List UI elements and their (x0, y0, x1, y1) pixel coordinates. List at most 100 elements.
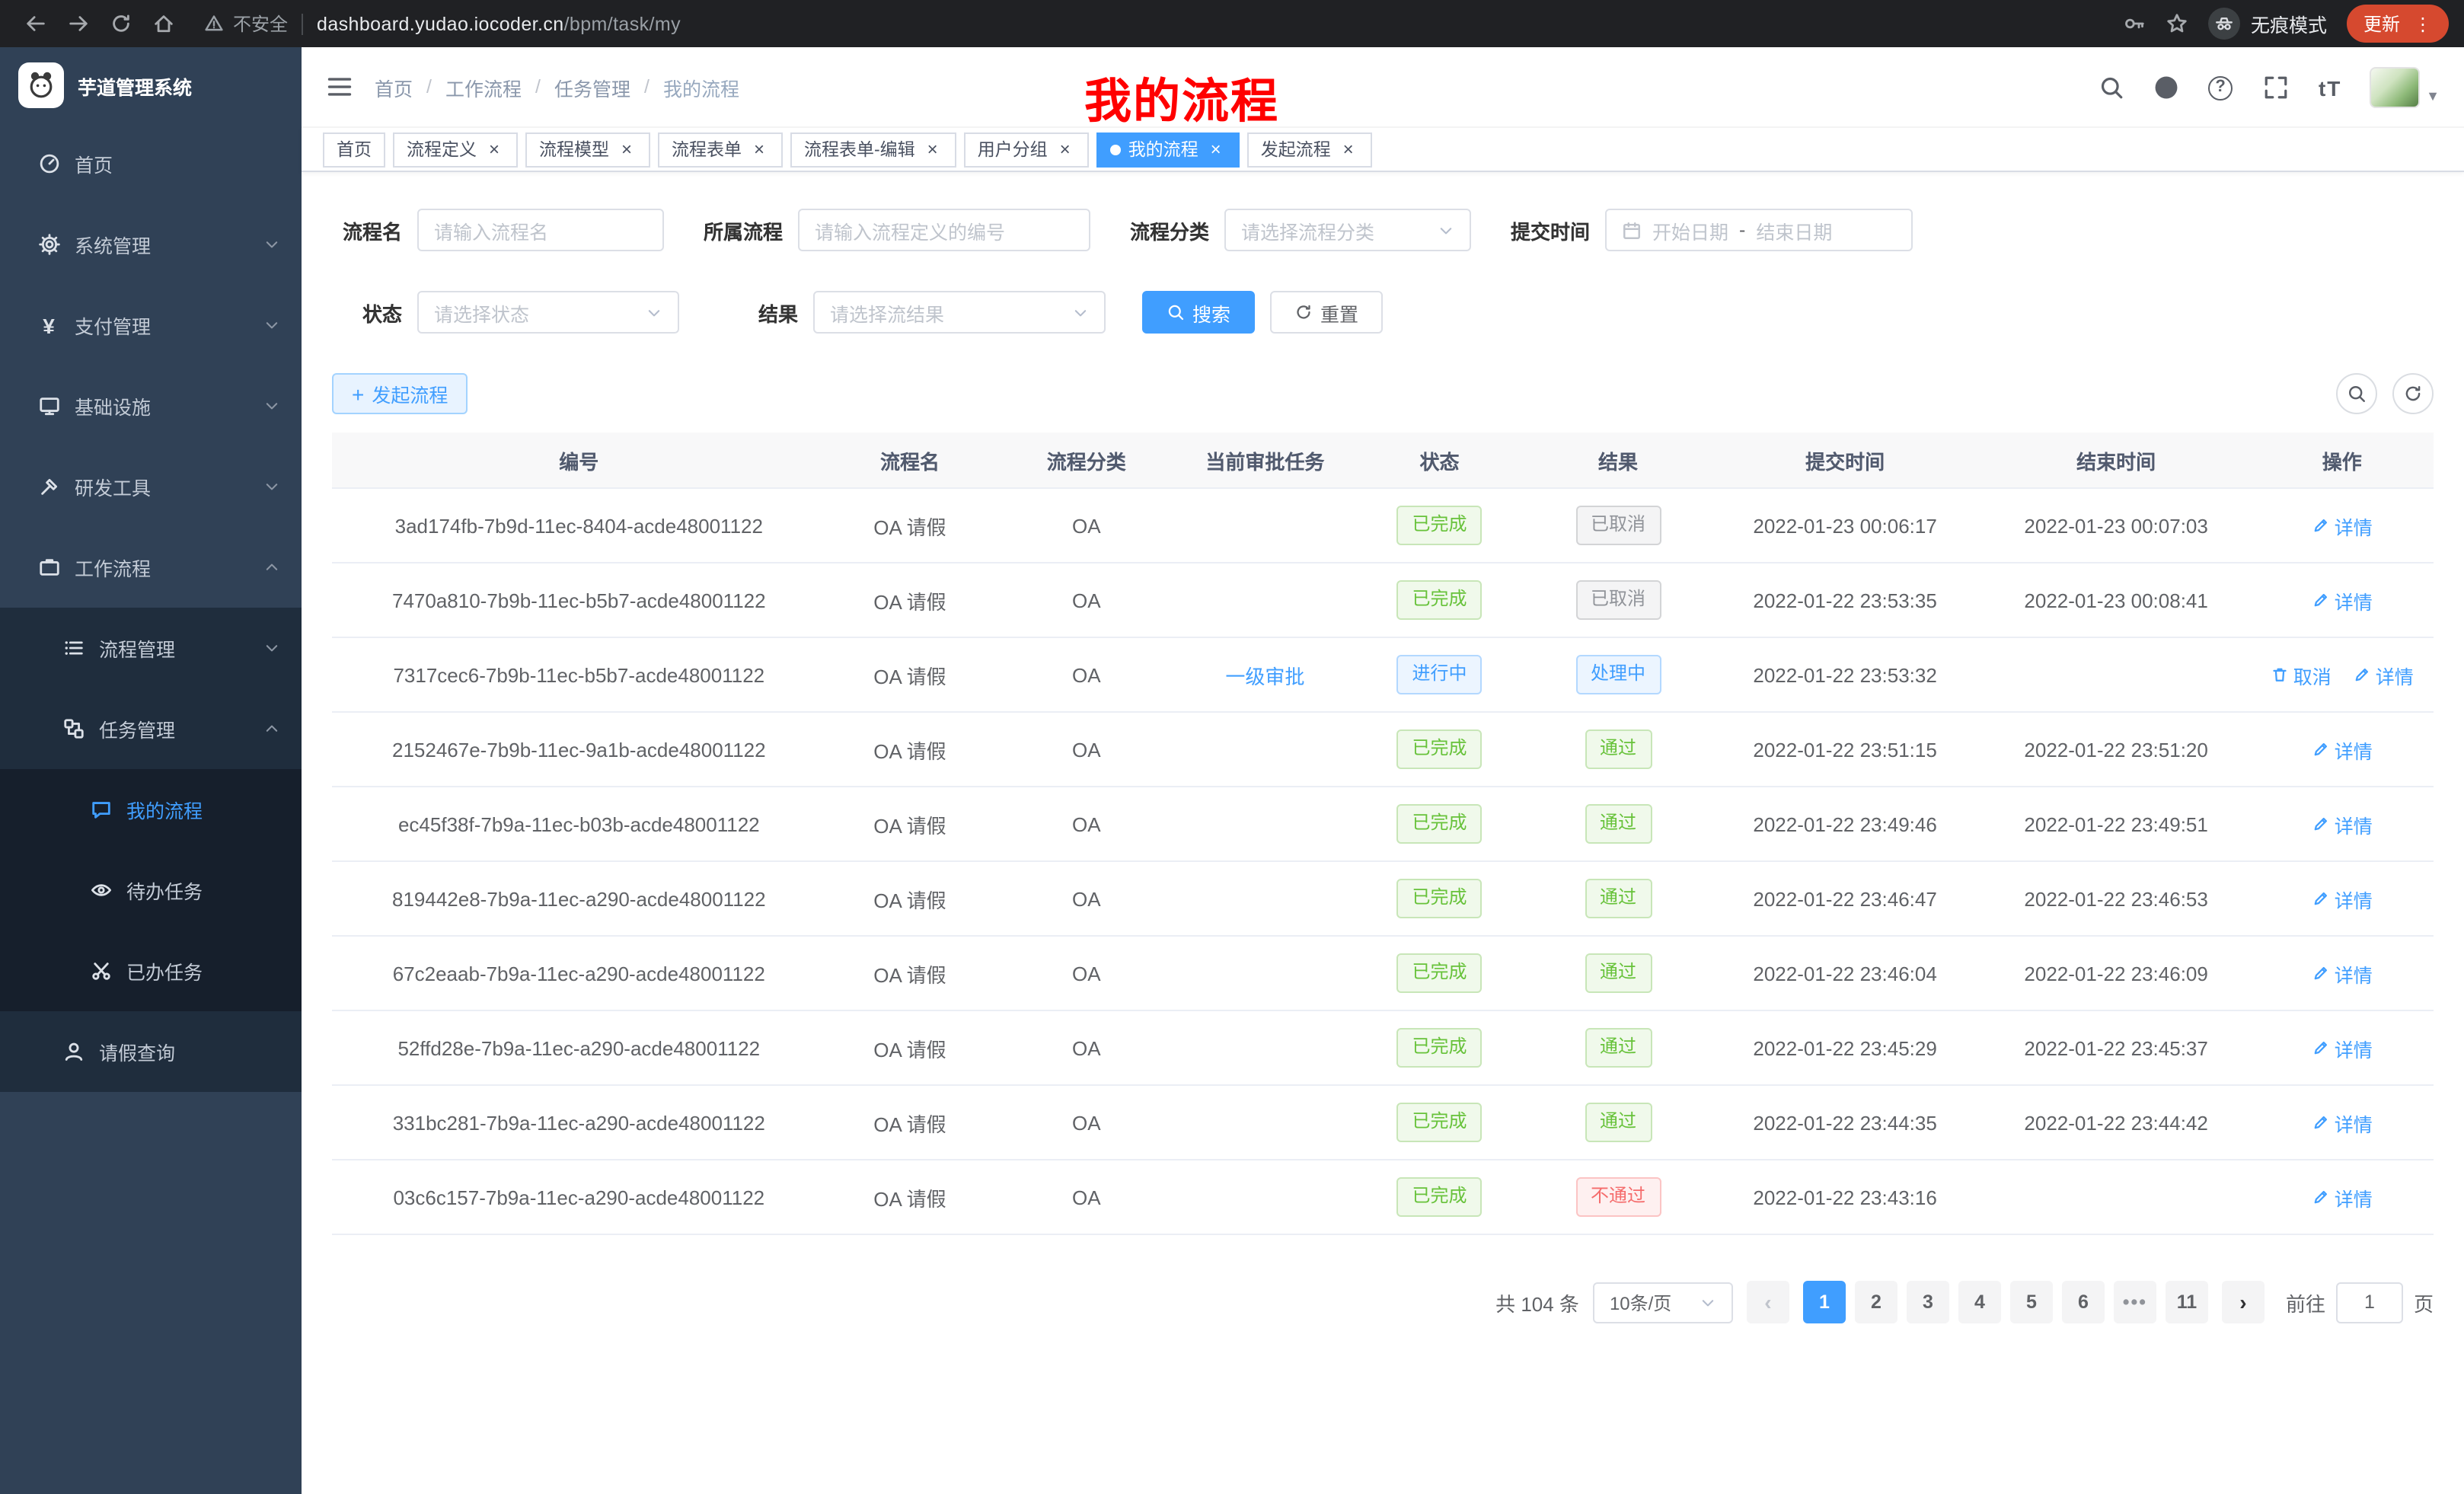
sidebar-item-done-tasks[interactable]: 已办任务 (0, 931, 302, 1011)
user-menu[interactable]: ▼ (2370, 66, 2440, 107)
close-icon[interactable]: × (617, 139, 637, 159)
sidebar-item-my-process[interactable]: 我的流程 (0, 769, 302, 850)
reset-button-label: 重置 (1320, 298, 1358, 327)
sidebar-item-devtools[interactable]: 研发工具 (0, 446, 302, 527)
process-name-input[interactable]: 请输入流程名 (417, 209, 664, 251)
detail-action[interactable]: 详情 (2312, 1183, 2373, 1211)
tab-label: 用户分组 (978, 137, 1048, 161)
tab-label: 发起流程 (1261, 137, 1331, 161)
page-button-4[interactable]: 4 (1958, 1281, 2001, 1323)
address-divider (302, 13, 303, 34)
process-definition-input[interactable]: 请输入流程定义的编号 (798, 209, 1090, 251)
close-icon[interactable]: × (1055, 139, 1075, 159)
sidebar-item-home[interactable]: 首页 (0, 123, 302, 204)
current-task-link[interactable]: 一级审批 (1225, 660, 1304, 689)
app-logo[interactable]: 芋道管理系统 (0, 47, 302, 123)
hamburger-icon[interactable] (326, 73, 353, 101)
goto-page-input[interactable]: 1 (2336, 1282, 2403, 1323)
page-size-select[interactable]: 10条/页 (1593, 1282, 1733, 1323)
tab-process-definition[interactable]: 流程定义× (393, 132, 518, 167)
page-button-1[interactable]: 1 (1803, 1281, 1846, 1323)
help-icon[interactable]: ? (2205, 68, 2236, 107)
action-label: 详情 (2376, 660, 2414, 689)
row-category: OA (994, 638, 1179, 711)
detail-action[interactable]: 详情 (2312, 511, 2373, 540)
start-process-button[interactable]: + 发起流程 (332, 373, 468, 414)
detail-action[interactable]: 详情 (2312, 1033, 2373, 1062)
filter-process-definition: 所属流程 请输入流程定义的编号 (701, 209, 1090, 251)
table-refresh-icon[interactable] (2392, 373, 2434, 414)
url-text[interactable]: dashboard.yudao.iocoder.cn/bpm/task/my (317, 13, 681, 34)
back-icon[interactable] (15, 4, 55, 43)
sidebar-item-system[interactable]: 系统管理 (0, 204, 302, 285)
detail-action[interactable]: 详情 (2312, 809, 2373, 838)
tab-home[interactable]: 首页 (323, 132, 385, 167)
detail-action[interactable]: 详情 (2353, 660, 2414, 689)
breadcrumb-item[interactable]: 工作流程 (445, 72, 522, 101)
page-button-2[interactable]: 2 (1855, 1281, 1897, 1323)
detail-action[interactable]: 详情 (2312, 959, 2373, 988)
caret-down-icon: ▼ (2426, 89, 2440, 103)
sidebar-item-process-management[interactable]: 流程管理 (0, 608, 302, 688)
security-chip[interactable]: 不安全 (204, 11, 288, 37)
process-category-select[interactable]: 请选择流程分类 (1224, 209, 1471, 251)
breadcrumb-item[interactable]: 任务管理 (554, 72, 630, 101)
detail-action[interactable]: 详情 (2312, 884, 2373, 913)
cancel-action[interactable]: 取消 (2271, 660, 2332, 689)
page-button-5[interactable]: 5 (2010, 1281, 2053, 1323)
avatar[interactable] (2370, 66, 2420, 107)
reset-button[interactable]: 重置 (1270, 291, 1383, 334)
home-icon[interactable] (143, 4, 183, 43)
tab-process-form-edit[interactable]: 流程表单-编辑× (790, 132, 956, 167)
breadcrumb-item[interactable]: 我的流程 (663, 72, 739, 101)
key-icon[interactable] (2123, 12, 2146, 35)
prev-page-button[interactable]: ‹ (1747, 1281, 1789, 1323)
reload-icon[interactable] (101, 4, 140, 43)
address-bar[interactable]: 不安全 dashboard.yudao.iocoder.cn/bpm/task/… (204, 11, 681, 37)
status-select[interactable]: 请选择状态 (417, 291, 679, 334)
process-definition-label: 所属流程 (701, 215, 783, 244)
tab-my-process[interactable]: 我的流程× (1096, 132, 1240, 167)
table-search-icon[interactable] (2336, 373, 2377, 414)
font-size-icon[interactable]: tT (2315, 68, 2345, 107)
result-select[interactable]: 请选择流结果 (813, 291, 1106, 334)
pager-more-icon[interactable]: ••• (2114, 1281, 2156, 1323)
next-page-button[interactable]: › (2222, 1281, 2265, 1323)
date-range-picker[interactable]: 开始日期 - 结束日期 (1605, 209, 1913, 251)
tab-process-form[interactable]: 流程表单× (658, 132, 783, 167)
forward-icon[interactable] (58, 4, 97, 43)
end-date-placeholder: 结束日期 (1756, 215, 1832, 244)
page-button-6[interactable]: 6 (2062, 1281, 2105, 1323)
close-icon[interactable]: × (1339, 139, 1358, 159)
breadcrumb-item[interactable]: 首页 (375, 72, 413, 101)
sidebar-item-task-management[interactable]: 任务管理 (0, 688, 302, 769)
row-current-task (1179, 713, 1351, 786)
search-icon[interactable] (2095, 68, 2126, 107)
sidebar-item-todo-tasks[interactable]: 待办任务 (0, 850, 302, 931)
github-icon[interactable] (2150, 68, 2181, 107)
page-button-11[interactable]: 11 (2166, 1281, 2208, 1323)
close-icon[interactable]: × (749, 139, 769, 159)
tab-user-group[interactable]: 用户分组 × (964, 132, 1089, 167)
chevron-down-icon (263, 478, 280, 495)
sidebar-item-infrastructure[interactable]: 基础设施 (0, 366, 302, 446)
sidebar-item-payment[interactable]: ¥支付管理 (0, 285, 302, 366)
sidebar-item-workflow[interactable]: 工作流程 (0, 527, 302, 608)
page-button-3[interactable]: 3 (1907, 1281, 1949, 1323)
tab-start-process[interactable]: 发起流程 × (1247, 132, 1372, 167)
detail-action[interactable]: 详情 (2312, 735, 2373, 764)
table-row: 3ad174fb-7b9d-11ec-8404-acde48001122OA 请… (332, 489, 2434, 563)
sidebar-item-leave-query[interactable]: 请假查询 (0, 1011, 302, 1092)
row-actions: 详情 (2251, 713, 2434, 786)
update-button[interactable]: 更新 ⋮ (2347, 5, 2449, 43)
close-icon[interactable]: × (1206, 139, 1226, 159)
bookmark-star-icon[interactable] (2166, 12, 2188, 35)
search-button[interactable]: 搜索 (1142, 291, 1255, 334)
close-icon[interactable]: × (923, 139, 943, 159)
close-icon[interactable]: × (484, 139, 504, 159)
detail-action[interactable]: 详情 (2312, 1108, 2373, 1137)
menu-dots-icon[interactable]: ⋮ (2414, 14, 2432, 33)
fullscreen-icon[interactable] (2260, 68, 2290, 107)
tab-process-model[interactable]: 流程模型× (525, 132, 650, 167)
detail-action[interactable]: 详情 (2312, 586, 2373, 615)
